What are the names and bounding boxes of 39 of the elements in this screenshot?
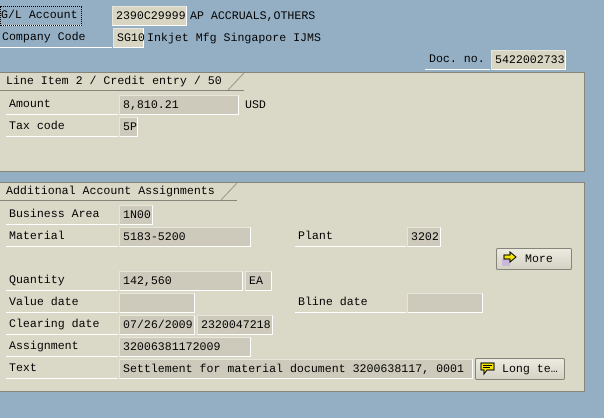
field-label: Business Area [6, 205, 118, 225]
bline-date-field[interactable] [407, 293, 483, 313]
field-label: Doc. no. [425, 50, 490, 70]
account-field[interactable]: 2390C29999 [112, 6, 187, 26]
field-label: Amount [6, 95, 118, 115]
field-label: Text [6, 359, 118, 379]
field-label: Plant [295, 227, 406, 247]
field-label: Company Code [0, 28, 112, 48]
company-description: Inkjet Mfg Singapore IJMS [147, 32, 321, 44]
assignment-field[interactable]: 32006381172009 [119, 337, 251, 357]
account-description: AP ACCRUALS,OTHERS [190, 10, 316, 22]
quantity-field[interactable]: 142,560 [119, 271, 243, 291]
tax-code-field[interactable]: 5P [119, 117, 138, 137]
value-date-field[interactable] [119, 293, 195, 313]
field-label: Value date [6, 293, 118, 313]
field-label: Clearing date [6, 315, 118, 335]
field-label: G/L Account [0, 6, 82, 26]
field-label: Quantity [6, 271, 118, 291]
business-area-field[interactable]: 1N00 [119, 205, 153, 225]
group-title: Line Item 2 / Credit entry / 50 [0, 73, 244, 91]
clearing-document-field[interactable]: 2320047218 [197, 315, 273, 335]
plant-field[interactable]: 3202 [407, 227, 441, 247]
clearing-date-field[interactable]: 07/26/2009 [119, 315, 195, 335]
arrow-icon [501, 251, 519, 267]
document-number-field[interactable]: 5422002733 [491, 50, 566, 70]
field-label: Assignment [6, 337, 118, 357]
material-field[interactable]: 5183-5200 [119, 227, 251, 247]
field-label: Bline date [295, 293, 406, 313]
long-text-button[interactable]: Long te… [475, 358, 565, 380]
amount-field[interactable]: 8,810.21 [119, 95, 239, 115]
note-icon [480, 362, 496, 376]
field-label: Material [6, 227, 118, 247]
more-button[interactable]: More [496, 248, 572, 270]
field-label: Tax code [6, 117, 118, 137]
text-field[interactable]: Settlement for material document 3200638117, 0001 [119, 359, 473, 379]
group-title: Additional Account Assignments [0, 183, 237, 201]
currency: USD [245, 98, 266, 112]
company-code-field[interactable]: SG10 [113, 28, 144, 48]
unit-field[interactable]: EA [245, 271, 272, 291]
